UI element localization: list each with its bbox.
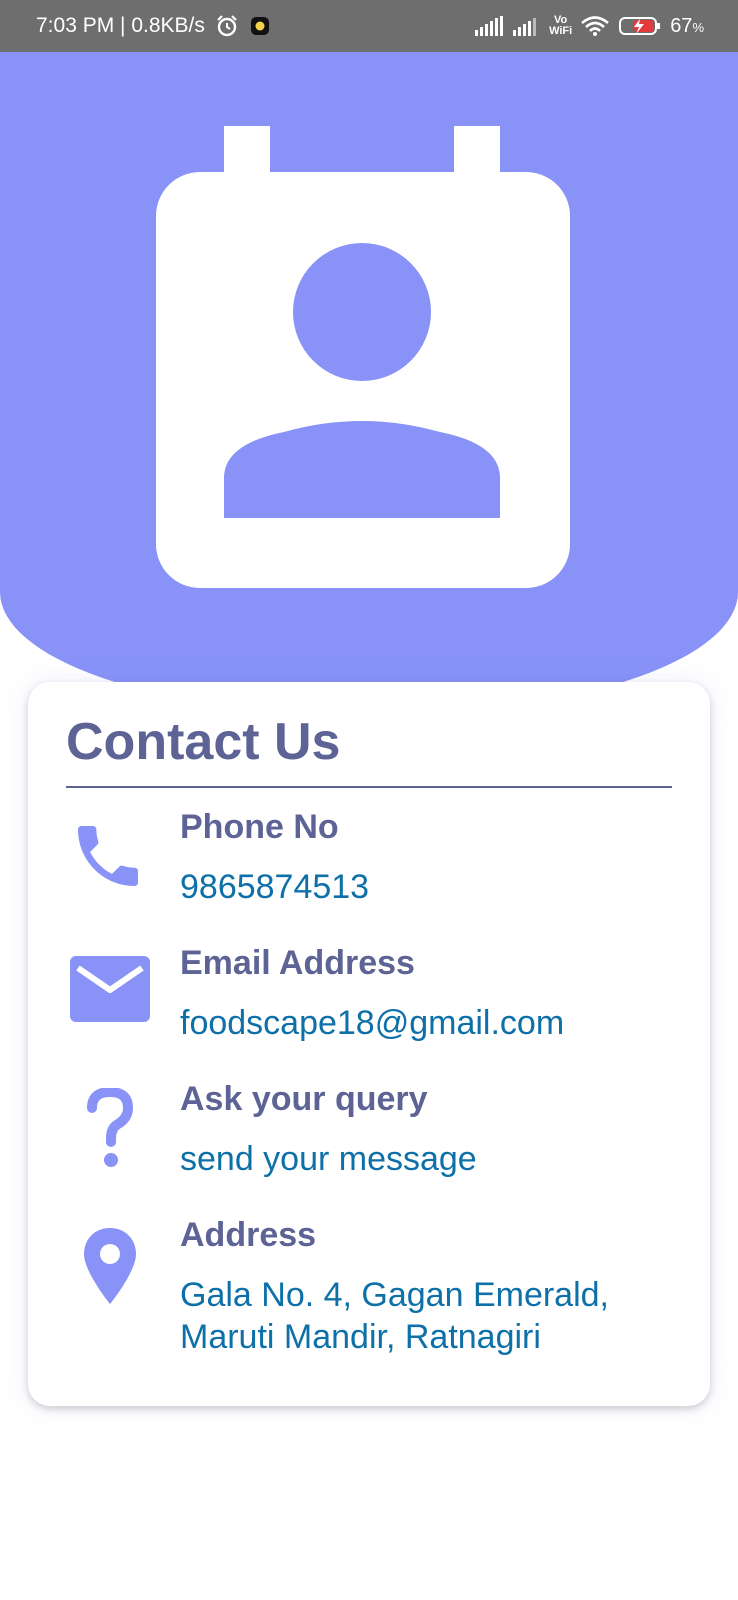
- address-label: Address: [180, 1216, 317, 1254]
- query-label: Ask your query: [180, 1080, 428, 1118]
- battery-percent: 67%: [670, 15, 704, 38]
- battery-unit: %: [692, 19, 704, 35]
- status-time-speed: 7:03 PM | 0.8KB/s: [36, 14, 205, 37]
- battery-icon: [618, 15, 662, 37]
- status-left: 7:03 PM | 0.8KB/s: [36, 14, 271, 38]
- email-value[interactable]: foodscape18@gmail.com: [180, 1002, 564, 1044]
- status-right: Vo WiFi 67%: [475, 15, 704, 38]
- page-title: Contact Us: [66, 713, 341, 771]
- contact-card-icon: [156, 126, 570, 597]
- signal-icon-1: [475, 16, 505, 36]
- query-value[interactable]: send your message: [180, 1138, 477, 1180]
- app-notification-icon: [249, 15, 271, 37]
- battery-value: 67: [670, 14, 693, 37]
- phone-icon: [68, 816, 148, 901]
- wifi-icon: [580, 15, 610, 37]
- email-label: Email Address: [180, 944, 415, 982]
- address-line-1: Gala No. 4, Gagan Emerald,: [180, 1276, 610, 1314]
- header-banner: [0, 52, 738, 712]
- phone-value[interactable]: 9865874513: [180, 866, 369, 908]
- vowifi-bottom: WiFi: [549, 25, 573, 37]
- alarm-icon: [215, 14, 239, 38]
- address-value[interactable]: Gala No. 4, Gagan Emerald, Maruti Mandir…: [180, 1274, 609, 1358]
- vowifi-indicator: Vo WiFi: [549, 15, 572, 37]
- email-icon: [70, 956, 150, 1027]
- status-bar: 7:03 PM | 0.8KB/s Vo WiFi 67%: [0, 0, 738, 52]
- location-pin-icon: [82, 1226, 138, 1311]
- question-icon: [86, 1086, 134, 1173]
- signal-icon-2: [513, 16, 541, 36]
- address-line-2: Maruti Mandir, Ratnagiri: [180, 1318, 541, 1356]
- phone-label: Phone No: [180, 808, 339, 846]
- contact-card: Contact Us Phone No 9865874513 Email Add…: [28, 682, 710, 1406]
- title-divider: [66, 786, 672, 788]
